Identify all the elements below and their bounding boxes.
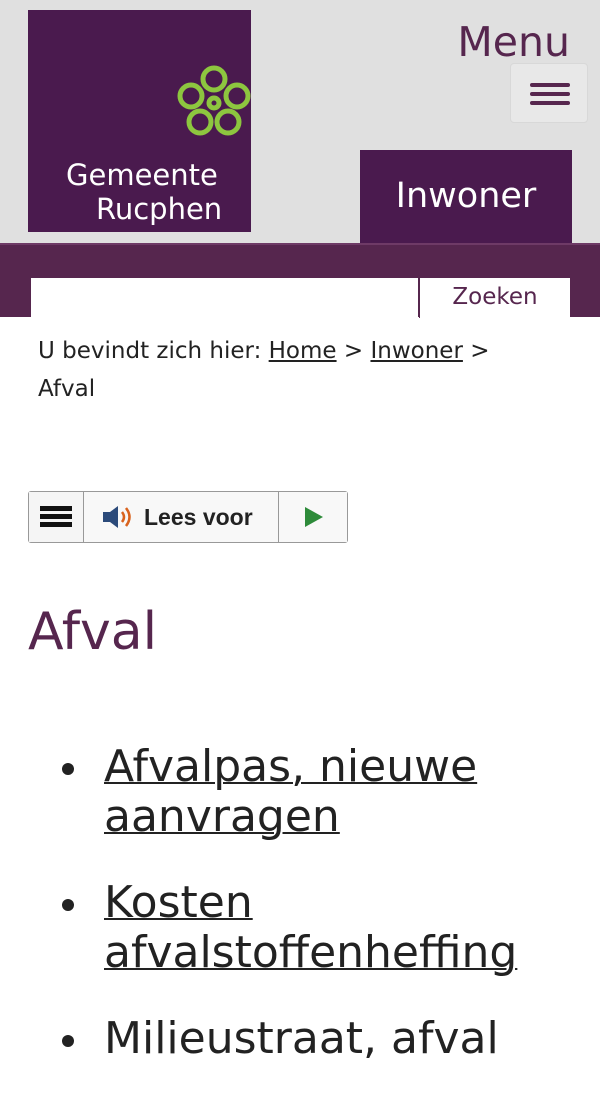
readspeaker-menu-button[interactable] [29, 492, 84, 542]
bullet [62, 1035, 74, 1047]
play-icon [305, 507, 323, 527]
bullet [62, 899, 74, 911]
afvalpas-link[interactable]: Afvalpas, nieuwe aanvragen [104, 742, 496, 842]
site-header: Gemeente Rucphen Menu Inwoner [0, 0, 600, 243]
menu-label[interactable]: Menu [457, 18, 570, 66]
page-title: Afval [28, 602, 158, 662]
nav-tab-inwoner[interactable]: Inwoner [360, 150, 572, 243]
hamburger-icon [530, 83, 570, 87]
breadcrumb-home-link[interactable]: Home [269, 338, 337, 364]
logo-text-rucphen: Rucphen [96, 192, 223, 226]
milieustraat-link[interactable]: Milieustraat, afval [104, 1014, 499, 1064]
list-item: Kosten afvalstoffenheffing [0, 878, 517, 978]
breadcrumb-current: Afval [38, 376, 96, 402]
list-item: Afvalpas, nieuwe aanvragen [0, 742, 496, 842]
list-item: Milieustraat, afval [0, 1014, 499, 1064]
bullet [62, 763, 74, 775]
breadcrumb: U bevindt zich hier: Home > Inwoner > Af… [38, 332, 578, 408]
speaker-icon [103, 506, 131, 528]
logo-text-gemeente: Gemeente [66, 158, 218, 192]
kosten-afvalstoffenheffing-link[interactable]: Kosten afvalstoffenheffing [104, 878, 517, 978]
listen-label: Lees voor [144, 504, 253, 530]
breadcrumb-inwoner-link[interactable]: Inwoner [370, 338, 462, 364]
readspeaker-listen-button[interactable]: Lees voor [84, 492, 279, 542]
breadcrumb-separator: > [343, 338, 364, 364]
gemeente-rucphen-logo[interactable]: Gemeente Rucphen [28, 10, 251, 232]
search-input[interactable] [31, 278, 418, 318]
breadcrumb-prefix: U bevindt zich hier: [38, 338, 262, 364]
breadcrumb-separator: > [470, 338, 490, 364]
afval-link-list: Afvalpas, nieuwe aanvragen Kosten afvals… [0, 742, 600, 1100]
menu-toggle-button[interactable] [510, 63, 588, 123]
readspeaker-toolbar: Lees voor [28, 491, 348, 543]
hamburger-icon [40, 506, 72, 511]
readspeaker-play-button[interactable] [279, 492, 347, 542]
flower-logo-icon [177, 65, 251, 136]
search-button[interactable]: Zoeken [419, 278, 570, 318]
